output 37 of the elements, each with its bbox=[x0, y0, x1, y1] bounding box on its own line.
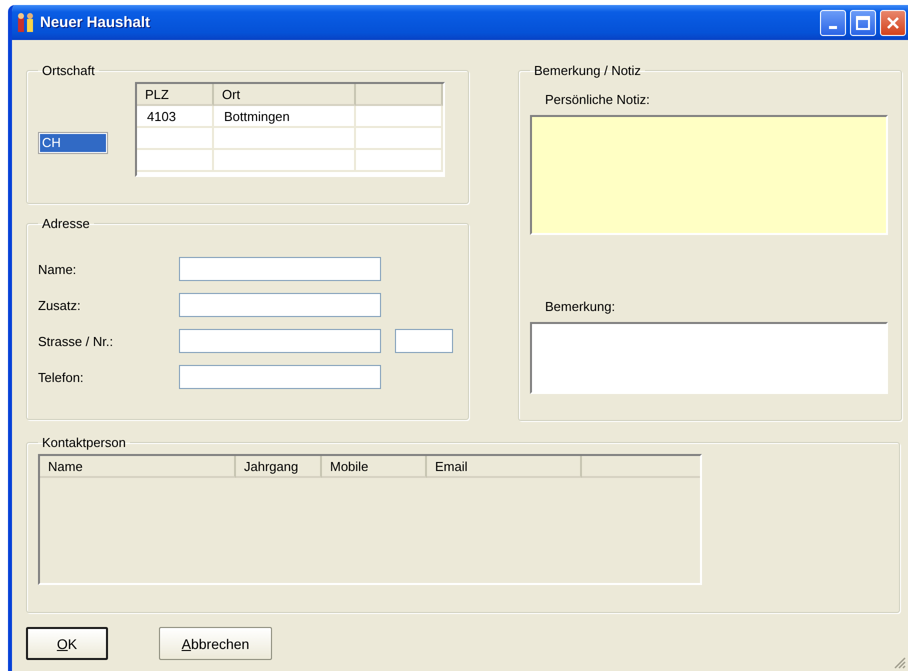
table-cell: 4103 bbox=[137, 106, 214, 128]
maximize-icon bbox=[856, 16, 870, 30]
column-header[interactable]: Email bbox=[427, 456, 582, 478]
field-label: Name: bbox=[38, 262, 78, 276]
resize-grip-icon[interactable] bbox=[894, 657, 906, 669]
dialog-button[interactable]: Abbrechen bbox=[159, 627, 272, 660]
note-field[interactable] bbox=[530, 115, 888, 235]
minimize-icon bbox=[829, 26, 837, 29]
column-header[interactable]: Name bbox=[40, 456, 236, 478]
field-label: Telefon: bbox=[38, 370, 85, 384]
people-icon bbox=[16, 12, 36, 34]
remark-field[interactable] bbox=[530, 322, 888, 394]
group-title: Adresse bbox=[41, 216, 91, 231]
column-header[interactable]: PLZ bbox=[137, 84, 214, 106]
field-label: Bemerkung: bbox=[545, 299, 616, 314]
number-field[interactable] bbox=[395, 329, 453, 353]
close-icon bbox=[886, 16, 900, 30]
group-title: Kontaktperson bbox=[41, 435, 127, 450]
column-header[interactable]: Jahrgang bbox=[236, 456, 322, 478]
input-field[interactable] bbox=[179, 293, 381, 317]
input-field[interactable] bbox=[179, 329, 381, 353]
dialog-button[interactable]: OK bbox=[26, 627, 108, 660]
input-field[interactable] bbox=[179, 365, 381, 389]
minimize-button[interactable] bbox=[820, 10, 846, 36]
column-header[interactable] bbox=[356, 84, 443, 106]
group-title: Ortschaft bbox=[41, 63, 96, 78]
column-header[interactable]: Ort bbox=[214, 84, 356, 106]
table-cell: Bottmingen bbox=[214, 106, 356, 128]
group-title: Bemerkung / Notiz bbox=[533, 63, 642, 78]
input-field[interactable] bbox=[179, 257, 381, 281]
field-label: Zusatz: bbox=[38, 298, 82, 312]
maximize-button[interactable] bbox=[850, 10, 876, 36]
field-label: Strasse / Nr.: bbox=[38, 334, 114, 348]
window-title: Neuer Haushalt bbox=[40, 14, 152, 31]
field-label: Persönliche Notiz: bbox=[545, 92, 651, 107]
column-header[interactable]: Mobile bbox=[322, 456, 427, 478]
close-button[interactable] bbox=[880, 10, 906, 36]
